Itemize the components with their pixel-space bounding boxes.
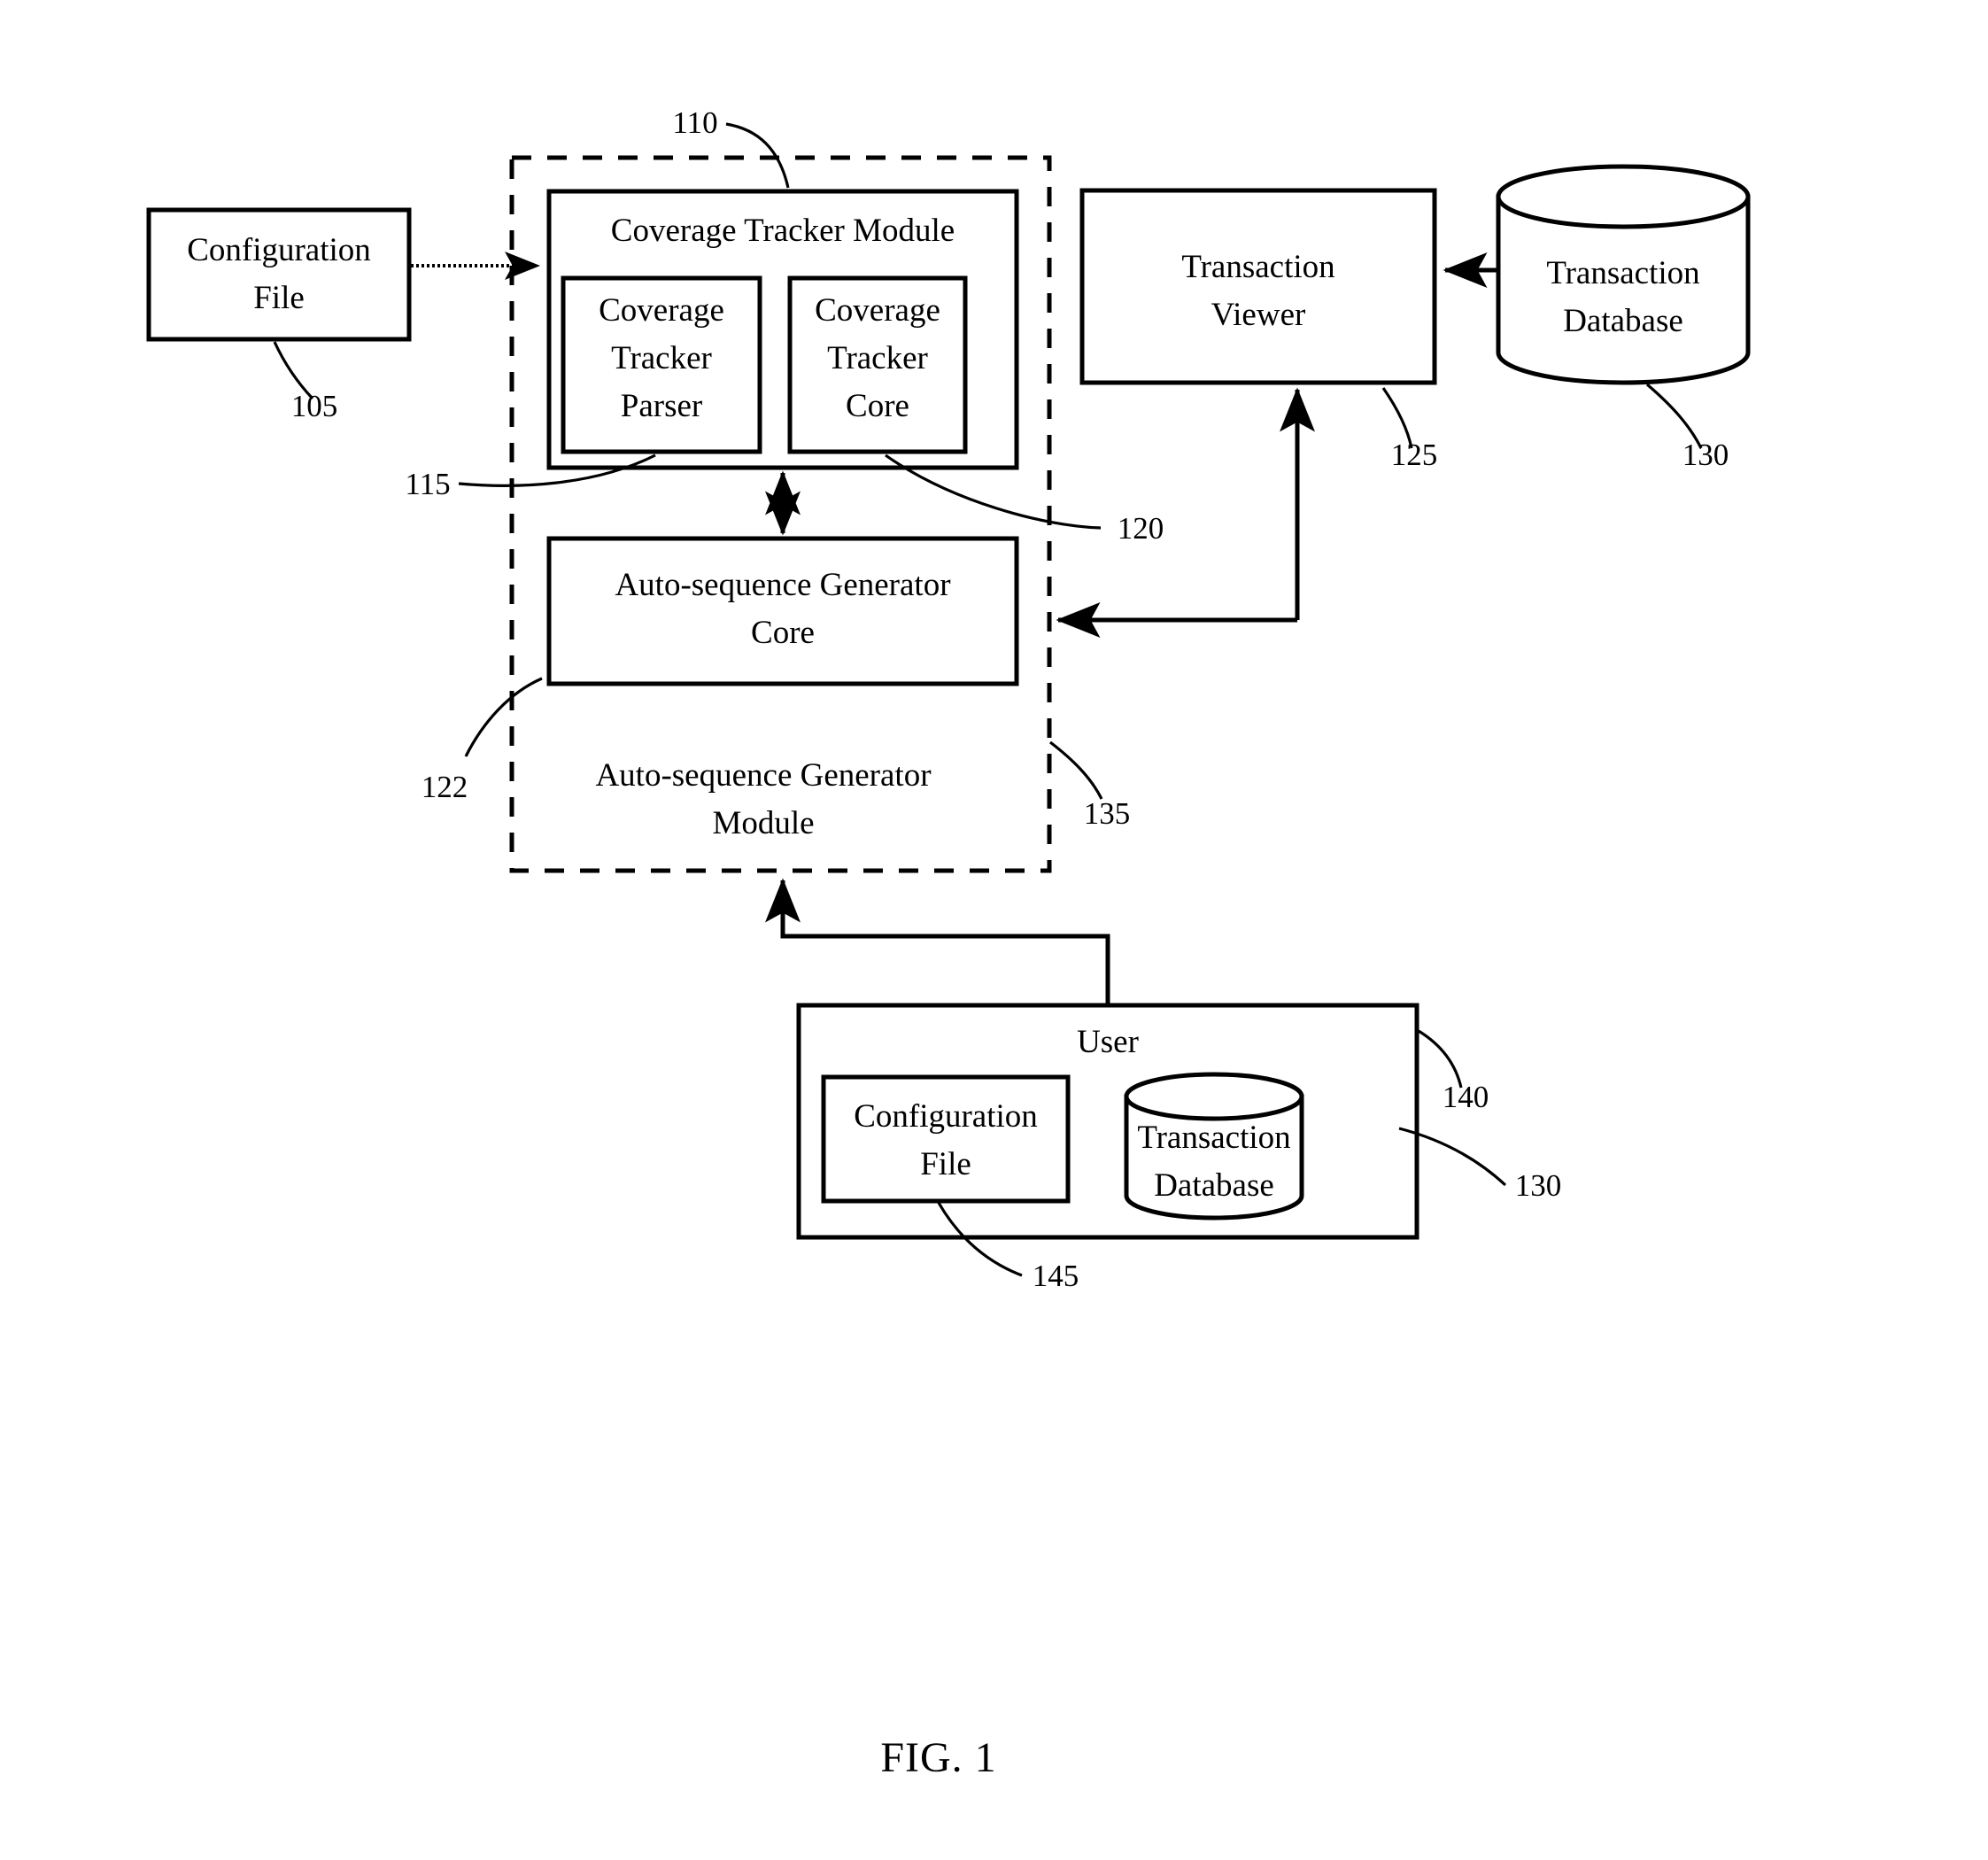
- leader-122: [464, 677, 543, 757]
- figure-root: Configuration File Coverage Tracker Modu…: [0, 0, 1988, 1860]
- coverage-tracker-module-label: Coverage Tracker Module: [611, 213, 955, 249]
- reference-numeral-145: 145: [1033, 1259, 1079, 1293]
- coverage-tracker-core-label-line1: Coverage: [815, 292, 940, 329]
- patent-figure-svg: Configuration File Coverage Tracker Modu…: [146, 105, 1751, 1781]
- configuration-file-label-line2: File: [253, 280, 305, 316]
- reference-numeral-125: 125: [1391, 438, 1438, 472]
- coverage-tracker-parser-label-line2: Tracker: [611, 340, 712, 376]
- configuration-file-block: [146, 207, 412, 342]
- user-configuration-file-label-line1: Configuration: [854, 1098, 1038, 1135]
- user-transaction-database-label-line2: Database: [1154, 1167, 1274, 1204]
- transaction-viewer-block: [1079, 188, 1437, 385]
- leader-135: [1049, 740, 1103, 800]
- user-label: User: [1077, 1024, 1139, 1060]
- figure-caption: FIG. 1: [880, 1734, 996, 1781]
- coverage-tracker-parser-label-line3: Parser: [621, 388, 702, 424]
- transaction-database-label-line1: Transaction: [1546, 255, 1699, 291]
- reference-numeral-135: 135: [1084, 796, 1131, 831]
- reference-numeral-115: 115: [405, 467, 450, 501]
- reference-numeral-130-user: 130: [1515, 1168, 1562, 1203]
- user-configuration-file-block: [821, 1074, 1071, 1204]
- reference-numeral-110: 110: [672, 105, 717, 140]
- reference-numeral-120: 120: [1118, 511, 1164, 546]
- user-configuration-file-label-line2: File: [920, 1146, 971, 1182]
- configuration-file-label-line1: Configuration: [187, 232, 371, 268]
- transaction-viewer-label-line1: Transaction: [1181, 249, 1334, 285]
- asg-core-label-line1: Auto-sequence Generator: [615, 567, 950, 603]
- coverage-tracker-core-label-line2: Tracker: [827, 340, 928, 376]
- transaction-database-label-line2: Database: [1563, 303, 1683, 339]
- reference-numeral-122: 122: [422, 770, 468, 804]
- coverage-tracker-parser-label-line1: Coverage: [599, 292, 724, 329]
- auto-sequence-generator-core-block: [546, 536, 1019, 686]
- user-transaction-database-label-line1: Transaction: [1137, 1120, 1290, 1156]
- reference-numeral-130: 130: [1682, 438, 1729, 472]
- transaction-viewer-label-line2: Viewer: [1211, 297, 1306, 333]
- reference-numeral-140: 140: [1443, 1080, 1489, 1114]
- connector-user-to-module: [765, 878, 1110, 1004]
- asg-core-label-line2: Core: [751, 615, 815, 651]
- asg-module-label-line1: Auto-sequence Generator: [595, 757, 931, 794]
- reference-numeral-105: 105: [291, 389, 338, 423]
- coverage-tracker-core-label-line3: Core: [846, 388, 909, 424]
- asg-module-label-line2: Module: [712, 805, 814, 841]
